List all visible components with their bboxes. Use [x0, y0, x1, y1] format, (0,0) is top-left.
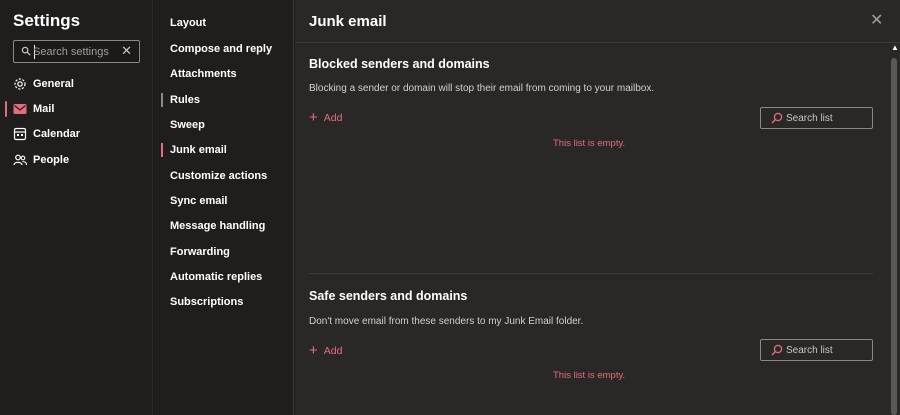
add-blocked-button[interactable]: + Add [309, 109, 343, 126]
category-label: General [33, 78, 74, 90]
add-label: Add [323, 112, 343, 124]
category-calendar[interactable]: Calendar [13, 124, 80, 144]
subnav-attachments[interactable]: Attachments [170, 68, 237, 80]
subnav-junk-email[interactable]: Junk email [170, 144, 227, 156]
clear-search-icon[interactable]: ✕ [121, 43, 132, 59]
selected-subitem-indicator [161, 143, 163, 157]
panel-title: Junk email [309, 13, 387, 30]
section-description-blocked: Blocking a sender or domain will stop th… [309, 83, 655, 94]
subnav-compose-and-reply[interactable]: Compose and reply [170, 43, 272, 55]
hover-indicator [161, 93, 163, 107]
mail-icon [13, 104, 27, 114]
plus-icon: + [309, 109, 318, 126]
search-icon [771, 112, 783, 124]
section-title-safe: Safe senders and domains [309, 289, 468, 303]
settings-search-input[interactable] [33, 43, 121, 60]
scroll-up-arrow-icon[interactable]: ▲ [891, 43, 899, 52]
header-divider [295, 42, 900, 43]
category-label: People [33, 154, 70, 166]
close-icon[interactable]: ✕ [870, 10, 883, 30]
category-people[interactable]: People [13, 150, 69, 170]
scroll-thumb[interactable] [891, 58, 897, 415]
mail-settings-nav [154, 0, 294, 415]
empty-list-message: This list is empty. [553, 138, 626, 149]
gear-icon [14, 78, 26, 90]
section-divider [309, 273, 873, 274]
subnav-rules[interactable]: Rules [170, 94, 200, 106]
subnav-sync-email[interactable]: Sync email [170, 195, 227, 207]
safe-search-input[interactable] [786, 342, 870, 358]
subnav-subscriptions[interactable]: Subscriptions [170, 296, 243, 308]
category-mail[interactable]: Mail [13, 99, 54, 119]
category-label: Mail [33, 103, 55, 115]
add-label: Add [323, 345, 343, 357]
subnav-message-handling[interactable]: Message handling [170, 220, 265, 232]
section-description-safe: Don't move email from these senders to m… [309, 316, 584, 327]
plus-icon: + [309, 342, 318, 359]
subnav-layout[interactable]: Layout [170, 17, 206, 29]
category-label: Calendar [33, 128, 81, 140]
settings-title: Settings [13, 11, 81, 30]
subnav-forwarding[interactable]: Forwarding [170, 246, 230, 258]
subnav-customize-actions[interactable]: Customize actions [170, 170, 267, 182]
blocked-search-box[interactable] [760, 107, 873, 129]
people-icon [13, 154, 27, 166]
blocked-search-input[interactable] [786, 110, 870, 126]
selected-category-indicator [5, 101, 7, 117]
calendar-icon [13, 127, 27, 141]
search-icon [21, 46, 31, 56]
empty-list-message: This list is empty. [553, 370, 626, 381]
panel-scrollbar[interactable]: ▲ [888, 43, 900, 415]
search-icon [771, 344, 783, 356]
add-safe-button[interactable]: + Add [309, 342, 343, 359]
settings-search-box[interactable]: ✕ [13, 40, 140, 63]
section-title-blocked: Blocked senders and domains [309, 57, 490, 71]
subnav-sweep[interactable]: Sweep [170, 119, 205, 131]
safe-search-box[interactable] [760, 339, 873, 361]
category-general[interactable]: General [13, 74, 74, 94]
subnav-automatic-replies[interactable]: Automatic replies [170, 271, 262, 283]
